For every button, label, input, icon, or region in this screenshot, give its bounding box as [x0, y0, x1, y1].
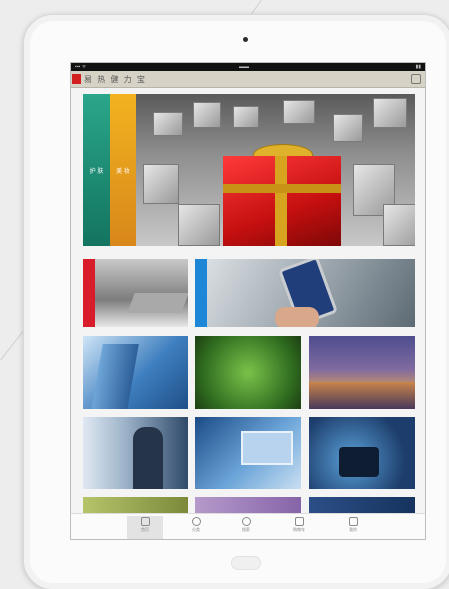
app-header: 易 热 健 力 宝 [71, 71, 425, 88]
product-tile-building[interactable] [83, 336, 188, 409]
background-cube [178, 204, 220, 246]
tab-category[interactable]: 分类 [178, 516, 214, 539]
gift-box [223, 156, 341, 246]
product-tile-green[interactable] [195, 336, 301, 409]
background-cube [233, 106, 259, 128]
person-image [133, 427, 163, 489]
background-cube [333, 114, 363, 142]
product-tile-laptop[interactable] [83, 259, 188, 327]
product-tile-partial[interactable] [195, 497, 301, 513]
home-icon [140, 517, 150, 526]
tablet-screen: ▪▪▪ ᯤ ▬▬ ▮▮ 易 热 健 力 宝 护 肤 美 妆 首页 分类 搜索 购… [70, 62, 426, 540]
background-cube [143, 164, 179, 204]
battery-indicator: ▮▮ [415, 64, 421, 70]
road-image [309, 382, 415, 409]
profile-icon [348, 517, 358, 526]
home-button[interactable] [231, 556, 261, 570]
background-cube [383, 204, 415, 246]
product-tile-laptop-blue[interactable] [195, 417, 301, 489]
product-tile-city[interactable] [309, 336, 415, 409]
tab-label: 首页 [141, 527, 149, 532]
background-cube [373, 98, 407, 128]
status-bar: ▪▪▪ ᯤ ▬▬ ▮▮ [71, 63, 425, 71]
tab-label: 我的 [349, 527, 357, 532]
category-icon [191, 517, 201, 526]
tab-profile[interactable]: 我的 [335, 516, 371, 539]
signal-indicator: ▪▪▪ ᯤ [75, 64, 87, 70]
status-time: ▬▬ [239, 64, 249, 70]
hero-tag-green[interactable]: 护 肤 [83, 94, 110, 246]
gift-ribbon [223, 184, 341, 193]
gift-ribbon [275, 156, 287, 246]
tab-label: 分类 [192, 527, 200, 532]
tab-cart[interactable]: 购物车 [281, 516, 317, 539]
app-logo [72, 74, 81, 84]
hero-tag-label: 护 肤 [89, 169, 104, 175]
app-title: 易 热 健 力 宝 [84, 75, 147, 84]
product-tile-network[interactable] [309, 417, 415, 489]
menu-icon[interactable] [411, 74, 421, 84]
background-cube [283, 100, 315, 124]
front-camera [243, 37, 248, 42]
product-tile-partial[interactable] [309, 497, 415, 513]
laptop-image [127, 293, 188, 313]
tab-label: 搜索 [242, 527, 250, 532]
product-tile-phone[interactable] [195, 259, 415, 327]
background-cube [153, 112, 183, 136]
device-image [339, 447, 379, 477]
hero-tag-orange[interactable]: 美 妆 [110, 94, 136, 246]
screen-image [241, 431, 293, 465]
hand-image [275, 307, 319, 327]
search-icon [241, 517, 251, 526]
tab-search[interactable]: 搜索 [228, 516, 264, 539]
bottom-tab-bar: 首页 分类 搜索 购物车 我的 [71, 513, 425, 539]
tab-label: 购物车 [293, 527, 305, 532]
product-tile-partial[interactable] [83, 497, 188, 513]
product-tile-business[interactable] [83, 417, 188, 489]
background-cube [193, 102, 221, 128]
cart-icon [294, 517, 304, 526]
hero-tag-label: 美 妆 [116, 169, 130, 175]
tile-tag-blue [195, 259, 207, 327]
building-image [91, 344, 139, 409]
tab-home[interactable]: 首页 [127, 516, 163, 539]
tile-tag-red [83, 259, 95, 327]
